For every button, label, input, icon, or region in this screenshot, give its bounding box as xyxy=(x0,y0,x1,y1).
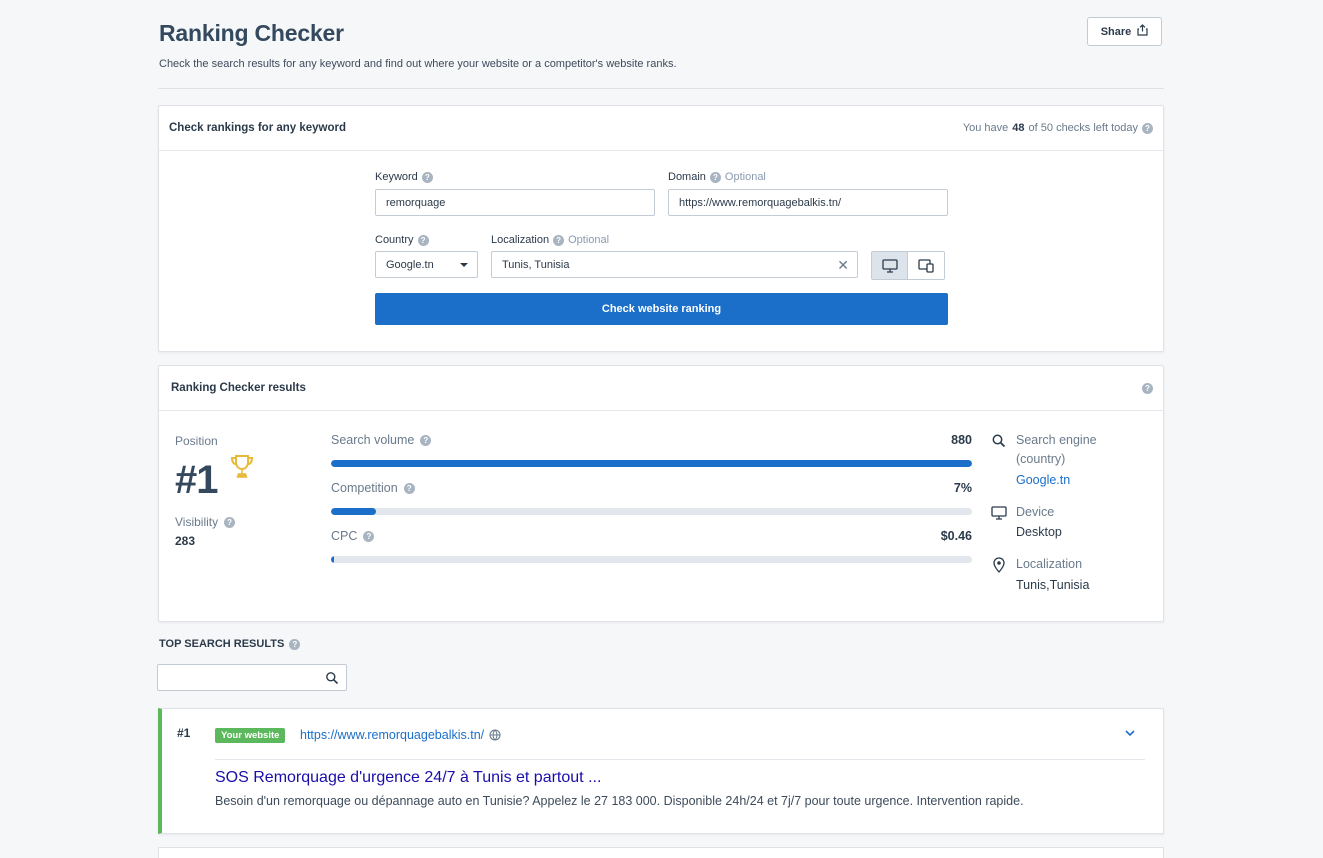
competition-value: 7% xyxy=(953,481,972,495)
check-card-heading: Check rankings for any keyword xyxy=(169,122,347,134)
result-url[interactable]: https://www.remorquagebalkis.tn/ xyxy=(300,728,501,742)
search-volume-bar xyxy=(331,460,972,467)
position-label: Position xyxy=(175,434,218,448)
header-divider xyxy=(158,88,1164,89)
result-description: Besoin d'un remorquage ou dépannage auto… xyxy=(215,794,1024,808)
localization-value: Tunis,Tunisia xyxy=(1016,578,1090,592)
help-icon[interactable]: ? xyxy=(289,638,301,650)
cpc-bar xyxy=(331,556,972,563)
visibility-value: 283 xyxy=(175,534,196,548)
desktop-icon xyxy=(881,258,898,273)
position-value: #1 xyxy=(175,458,218,502)
localization-input[interactable]: Tunis, Tunisia ✕ xyxy=(491,251,858,278)
country-label: Country ? xyxy=(375,234,429,246)
trophy-icon xyxy=(228,453,256,486)
chevron-down-icon xyxy=(460,263,468,267)
help-icon[interactable]: ? xyxy=(420,434,432,446)
chevron-down-icon[interactable] xyxy=(1124,728,1136,738)
results-search-input[interactable] xyxy=(157,664,347,691)
help-icon[interactable]: ? xyxy=(553,234,565,246)
top-search-results-heading: TOP SEARCH RESULTS ? xyxy=(159,638,301,650)
search-engine-label: Search engine (country) xyxy=(1016,433,1097,466)
share-icon xyxy=(1137,24,1148,39)
search-icon xyxy=(992,434,1006,448)
visibility-label: Visibility ? xyxy=(175,515,236,529)
check-rankings-card: Check rankings for any keyword You have … xyxy=(158,105,1164,352)
help-icon[interactable]: ? xyxy=(363,530,375,542)
check-website-ranking-button[interactable]: Check website ranking xyxy=(375,293,948,325)
help-icon[interactable]: ? xyxy=(417,234,429,246)
search-volume-label: Search volume ? xyxy=(331,433,432,447)
competition-bar xyxy=(331,508,972,515)
desktop-toggle-button[interactable] xyxy=(872,252,908,279)
close-icon[interactable]: ✕ xyxy=(837,258,849,272)
page-subtitle: Check the search results for any keyword… xyxy=(159,58,677,70)
mobile-toggle-button[interactable] xyxy=(908,252,944,279)
search-icon[interactable] xyxy=(325,671,339,685)
help-icon[interactable]: ? xyxy=(1142,122,1153,134)
domain-input[interactable]: https://www.remorquagebalkis.tn/ xyxy=(668,189,948,216)
checks-left-count: 48 xyxy=(1012,122,1025,134)
check-card-header: Check rankings for any keyword You have … xyxy=(159,106,1163,151)
page-title: Ranking Checker xyxy=(159,20,344,46)
device-label: Device xyxy=(1016,505,1055,519)
result-title[interactable]: SOS Remorquage d'urgence 24/7 à Tunis et… xyxy=(215,769,601,787)
domain-label: Domain ? Optional xyxy=(668,171,766,183)
result-rank: #1 xyxy=(177,726,191,740)
cpc-label: CPC ? xyxy=(331,529,375,543)
help-icon[interactable]: ? xyxy=(1142,382,1153,394)
keyword-input[interactable]: remorquage xyxy=(375,189,655,216)
desktop-icon xyxy=(991,506,1007,520)
search-volume-value: 880 xyxy=(951,433,972,447)
globe-icon xyxy=(489,729,501,741)
next-result-card xyxy=(158,847,1164,858)
country-select[interactable]: Google.tn xyxy=(375,251,478,278)
checks-left-info: You have 48 of 50 checks left today ? xyxy=(963,122,1153,134)
device-value: Desktop xyxy=(1016,525,1062,539)
mobile-icon xyxy=(918,258,934,273)
result-divider xyxy=(215,759,1145,760)
competition-label: Competition ? xyxy=(331,481,415,495)
search-result-item: #1 Your website https://www.remorquageba… xyxy=(158,708,1164,834)
location-pin-icon xyxy=(993,557,1005,573)
share-label: Share xyxy=(1100,25,1132,38)
help-icon[interactable]: ? xyxy=(403,482,415,494)
share-button[interactable]: Share xyxy=(1087,17,1162,46)
device-toggle xyxy=(871,251,945,280)
keyword-label: Keyword ? xyxy=(375,171,433,183)
help-icon[interactable]: ? xyxy=(421,171,433,183)
localization-label: Localization ? Optional xyxy=(491,234,610,246)
results-card-heading: Ranking Checker results xyxy=(171,382,306,394)
help-icon[interactable]: ? xyxy=(224,516,236,528)
results-card-header: Ranking Checker results ? xyxy=(159,366,1163,411)
help-icon[interactable]: ? xyxy=(709,171,721,183)
your-website-badge: Your website xyxy=(215,728,286,743)
search-engine-value[interactable]: Google.tn xyxy=(1016,473,1070,487)
localization-label: Localization xyxy=(1016,557,1083,571)
ranking-results-card: Ranking Checker results ? Position #1 Vi… xyxy=(158,365,1164,622)
cpc-value: $0.46 xyxy=(940,529,972,543)
